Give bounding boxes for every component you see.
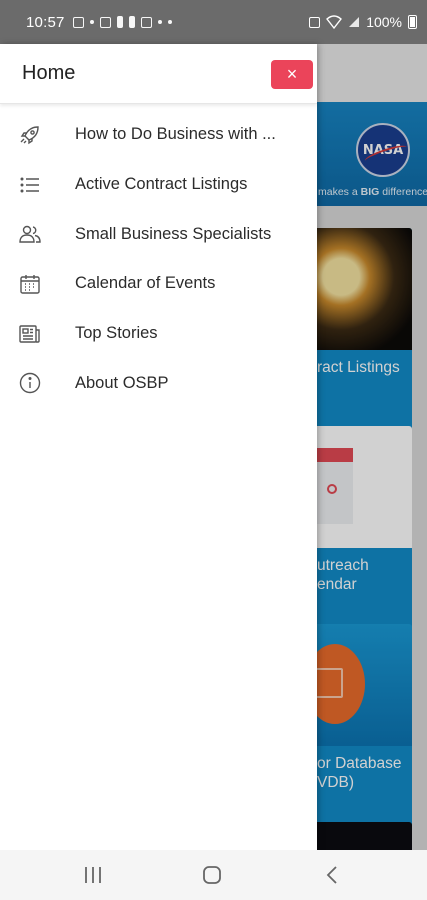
- system-indicators: 100%: [309, 14, 417, 30]
- figure-icon-2: [128, 16, 135, 28]
- side-drawer: Home × How to Do Business with ... Activ…: [0, 44, 317, 850]
- recent-apps-icon[interactable]: [81, 864, 105, 886]
- mail-icon: [99, 16, 111, 28]
- list-icon: [20, 177, 39, 193]
- back-icon[interactable]: [321, 864, 345, 886]
- menu-item-label: Top Stories: [75, 324, 158, 343]
- close-button[interactable]: ×: [271, 60, 313, 89]
- menu-item-label: Active Contract Listings: [75, 175, 248, 194]
- drawer-header: Home ×: [0, 44, 317, 104]
- menu-item-top-stories[interactable]: Top Stories: [0, 309, 317, 359]
- menu-item-how-to-do-business[interactable]: How to Do Business with ...: [0, 110, 317, 160]
- figure-icon: [116, 16, 123, 28]
- menu-item-calendar-of-events[interactable]: Calendar of Events: [0, 259, 317, 309]
- status-time: 10:57: [26, 13, 65, 31]
- settings-icon: [89, 20, 94, 24]
- message-icon: [72, 16, 84, 28]
- people-icon: [19, 226, 41, 243]
- nfc-icon: [309, 16, 321, 28]
- menu-item-active-contract-listings[interactable]: Active Contract Listings: [0, 160, 317, 210]
- close-icon: ×: [286, 64, 298, 84]
- home-icon[interactable]: [200, 864, 224, 886]
- menu-item-about-osbp[interactable]: About OSBP: [0, 358, 317, 408]
- wifi-icon: [326, 15, 343, 29]
- rocket-icon: [20, 126, 39, 145]
- menu-item-label: Small Business Specialists: [75, 224, 272, 243]
- calendar-icon: [20, 274, 40, 294]
- info-icon: [19, 373, 41, 394]
- drawer-title: Home: [22, 62, 76, 84]
- menu-item-label: How to Do Business with ...: [75, 125, 276, 144]
- more-dot-icon: [167, 20, 172, 24]
- system-nav-bar: [0, 850, 427, 900]
- status-bar: 10:57 100%: [0, 0, 427, 44]
- drawer-menu: How to Do Business with ... Active Contr…: [0, 110, 317, 408]
- menu-item-small-business-specialists[interactable]: Small Business Specialists: [0, 209, 317, 259]
- image-icon: [140, 16, 152, 28]
- call-icon: [157, 20, 162, 24]
- notification-icons: [72, 16, 172, 28]
- signal-icon: [349, 17, 360, 27]
- battery-icon: [408, 15, 417, 29]
- newspaper-icon: [19, 324, 40, 343]
- menu-item-label: About OSBP: [75, 373, 169, 392]
- battery-percentage: 100%: [366, 14, 402, 30]
- menu-item-label: Calendar of Events: [75, 274, 216, 293]
